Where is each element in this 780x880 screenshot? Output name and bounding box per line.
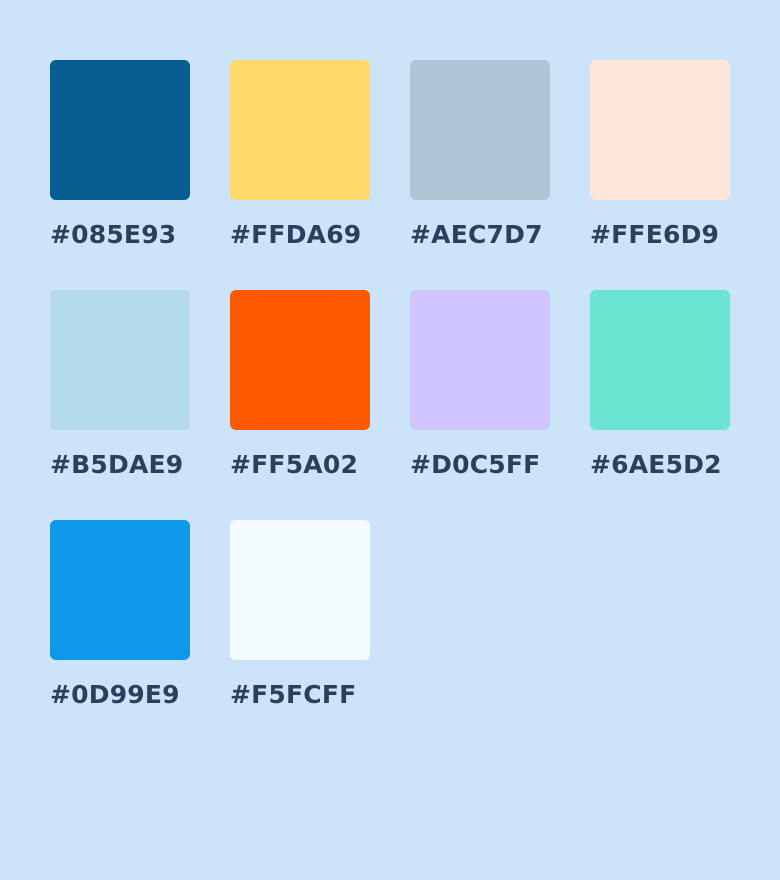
color-swatch: [50, 520, 190, 660]
color-swatch: [590, 60, 730, 200]
swatch-card: #F5FCFF: [230, 520, 370, 730]
swatch-card: #FF5A02: [230, 290, 370, 500]
swatch-card: #B5DAE9: [50, 290, 190, 500]
color-hex-label: #085E93: [50, 220, 177, 249]
color-swatch: [50, 290, 190, 430]
color-hex-label: #D0C5FF: [410, 450, 541, 479]
color-swatch: [590, 290, 730, 430]
palette-page: #085E93 #FFDA69 #AEC7D7 #FFE6D9 #B5DAE9 …: [0, 0, 780, 880]
swatch-card: #FFDA69: [230, 60, 370, 270]
swatch-card: #AEC7D7: [410, 60, 550, 270]
palette-grid: #085E93 #FFDA69 #AEC7D7 #FFE6D9 #B5DAE9 …: [50, 60, 730, 730]
color-hex-label: #FF5A02: [230, 450, 359, 479]
color-swatch: [230, 60, 370, 200]
swatch-card: #D0C5FF: [410, 290, 550, 500]
color-swatch: [50, 60, 190, 200]
color-hex-label: #AEC7D7: [410, 220, 543, 249]
swatch-card: #0D99E9: [50, 520, 190, 730]
color-swatch: [410, 290, 550, 430]
color-hex-label: #6AE5D2: [590, 450, 722, 479]
swatch-card: #FFE6D9: [590, 60, 730, 270]
color-hex-label: #FFDA69: [230, 220, 362, 249]
color-hex-label: #0D99E9: [50, 680, 180, 709]
color-hex-label: #FFE6D9: [590, 220, 720, 249]
color-hex-label: #F5FCFF: [230, 680, 357, 709]
color-swatch: [410, 60, 550, 200]
color-swatch: [230, 520, 370, 660]
color-hex-label: #B5DAE9: [50, 450, 184, 479]
color-swatch: [230, 290, 370, 430]
swatch-card: #6AE5D2: [590, 290, 730, 500]
swatch-card: #085E93: [50, 60, 190, 270]
